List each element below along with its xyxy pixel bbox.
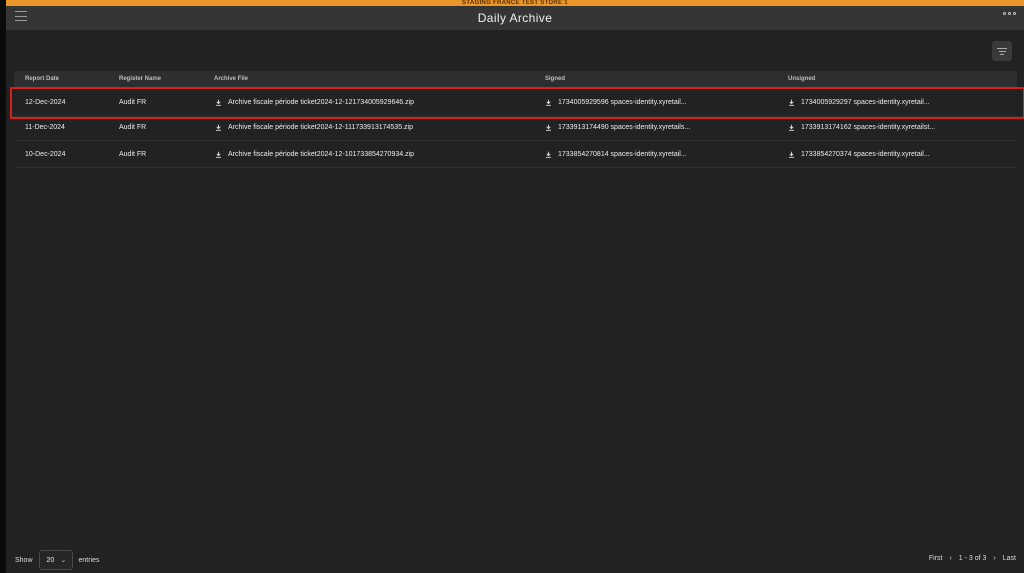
pagination: First ‹ 1 - 3 of 3 › Last — [929, 555, 1016, 562]
signed-file-link[interactable]: 1733854270814 spaces-identity.xyretail..… — [545, 151, 687, 158]
last-page-button[interactable]: Last — [1003, 555, 1016, 562]
download-icon — [216, 124, 221, 131]
download-icon — [789, 124, 794, 131]
filter-button[interactable] — [992, 41, 1012, 61]
download-icon — [789, 151, 794, 158]
column-header-archive-file[interactable]: Archive File — [214, 71, 248, 87]
more-horizontal-icon[interactable] — [1003, 12, 1016, 15]
report-date-cell: 12-Dec-2024 — [25, 99, 66, 106]
first-page-button[interactable]: First — [929, 555, 943, 562]
register-name-cell: Audit FR — [119, 150, 147, 158]
archive-file-link[interactable]: Archive fiscale période ticket2024-12-10… — [215, 151, 414, 158]
page-size-select[interactable]: 20 ⌄ — [38, 550, 73, 570]
download-icon — [216, 99, 221, 106]
archive-file-name: Archive fiscale période ticket2024-12-10… — [228, 150, 415, 158]
download-icon — [789, 99, 794, 106]
register-name-cell: Audit FR — [119, 99, 147, 106]
register-name-cell: Audit FR — [119, 123, 147, 131]
unsigned-file-name: 1733913174162 spaces-identity.xyretailst… — [801, 123, 936, 131]
unsigned-file-name: 1733854270374 spaces-identity.xyretail..… — [801, 150, 930, 158]
download-icon — [546, 124, 551, 131]
unsigned-file-link[interactable]: 1733913174162 spaces-identity.xyretailst… — [788, 124, 935, 131]
filter-icon — [997, 47, 1007, 49]
hamburger-icon[interactable] — [15, 10, 27, 22]
archive-file-name: Archive fiscale période ticket2024-12-12… — [228, 99, 415, 106]
unsigned-file-link[interactable]: 1733854270374 spaces-identity.xyretail..… — [788, 151, 930, 158]
report-date-cell: 10-Dec-2024 — [25, 150, 66, 158]
signed-file-link[interactable]: 1734005929596 spaces-identity.xyretail..… — [545, 99, 687, 106]
signed-file-name: 1734005929596 spaces-identity.xyretail..… — [558, 99, 687, 106]
table-row[interactable]: 11-Dec-2024 Audit FR Archive fiscale pér… — [14, 114, 1017, 141]
page-title: Daily Archive — [477, 11, 553, 25]
report-date-cell: 11-Dec-2024 — [25, 123, 65, 131]
top-bar: Daily Archive — [6, 6, 1024, 30]
table-header: Report Date Register Name Archive File S… — [14, 71, 1017, 87]
table-row[interactable]: 10-Dec-2024 Audit FR Archive fiscale pér… — [14, 141, 1017, 168]
page-range: 1 - 3 of 3 — [958, 555, 987, 562]
download-icon — [546, 151, 551, 158]
signed-file-link[interactable]: 1733913174490 spaces-identity.xyretails.… — [545, 124, 690, 131]
unsigned-file-name: 1734005929297 spaces-identity.xyretail..… — [801, 99, 930, 106]
show-label: Show — [15, 556, 33, 564]
next-page-button[interactable]: › — [993, 555, 995, 562]
download-icon — [216, 151, 221, 158]
column-header-report-date[interactable]: Report Date — [25, 71, 59, 87]
archive-file-link[interactable]: Archive fiscale période ticket2024-12-11… — [215, 124, 413, 131]
column-header-register-name[interactable]: Register Name — [119, 71, 161, 87]
table-row[interactable]: 12-Dec-2024 Audit FR Archive fiscale pér… — [10, 87, 1024, 119]
signed-file-name: 1733913174490 spaces-identity.xyretails.… — [558, 123, 691, 131]
entries-label: entries — [78, 556, 100, 564]
unsigned-file-link[interactable]: 1734005929297 spaces-identity.xyretail..… — [788, 99, 930, 106]
column-header-signed[interactable]: Signed — [545, 71, 565, 87]
archive-file-name: Archive fiscale période ticket2024-12-11… — [228, 123, 413, 131]
prev-page-button[interactable]: ‹ — [949, 555, 951, 562]
page-size-control: Show 20 ⌄ entries — [15, 550, 100, 570]
download-icon — [546, 99, 551, 106]
page-size-value: 20 — [46, 556, 55, 564]
archive-file-link[interactable]: Archive fiscale période ticket2024-12-12… — [215, 99, 414, 106]
chevron-down-icon: ⌄ — [60, 557, 67, 564]
signed-file-name: 1733854270814 spaces-identity.xyretail..… — [558, 150, 687, 158]
column-header-unsigned[interactable]: Unsigned — [788, 71, 815, 87]
